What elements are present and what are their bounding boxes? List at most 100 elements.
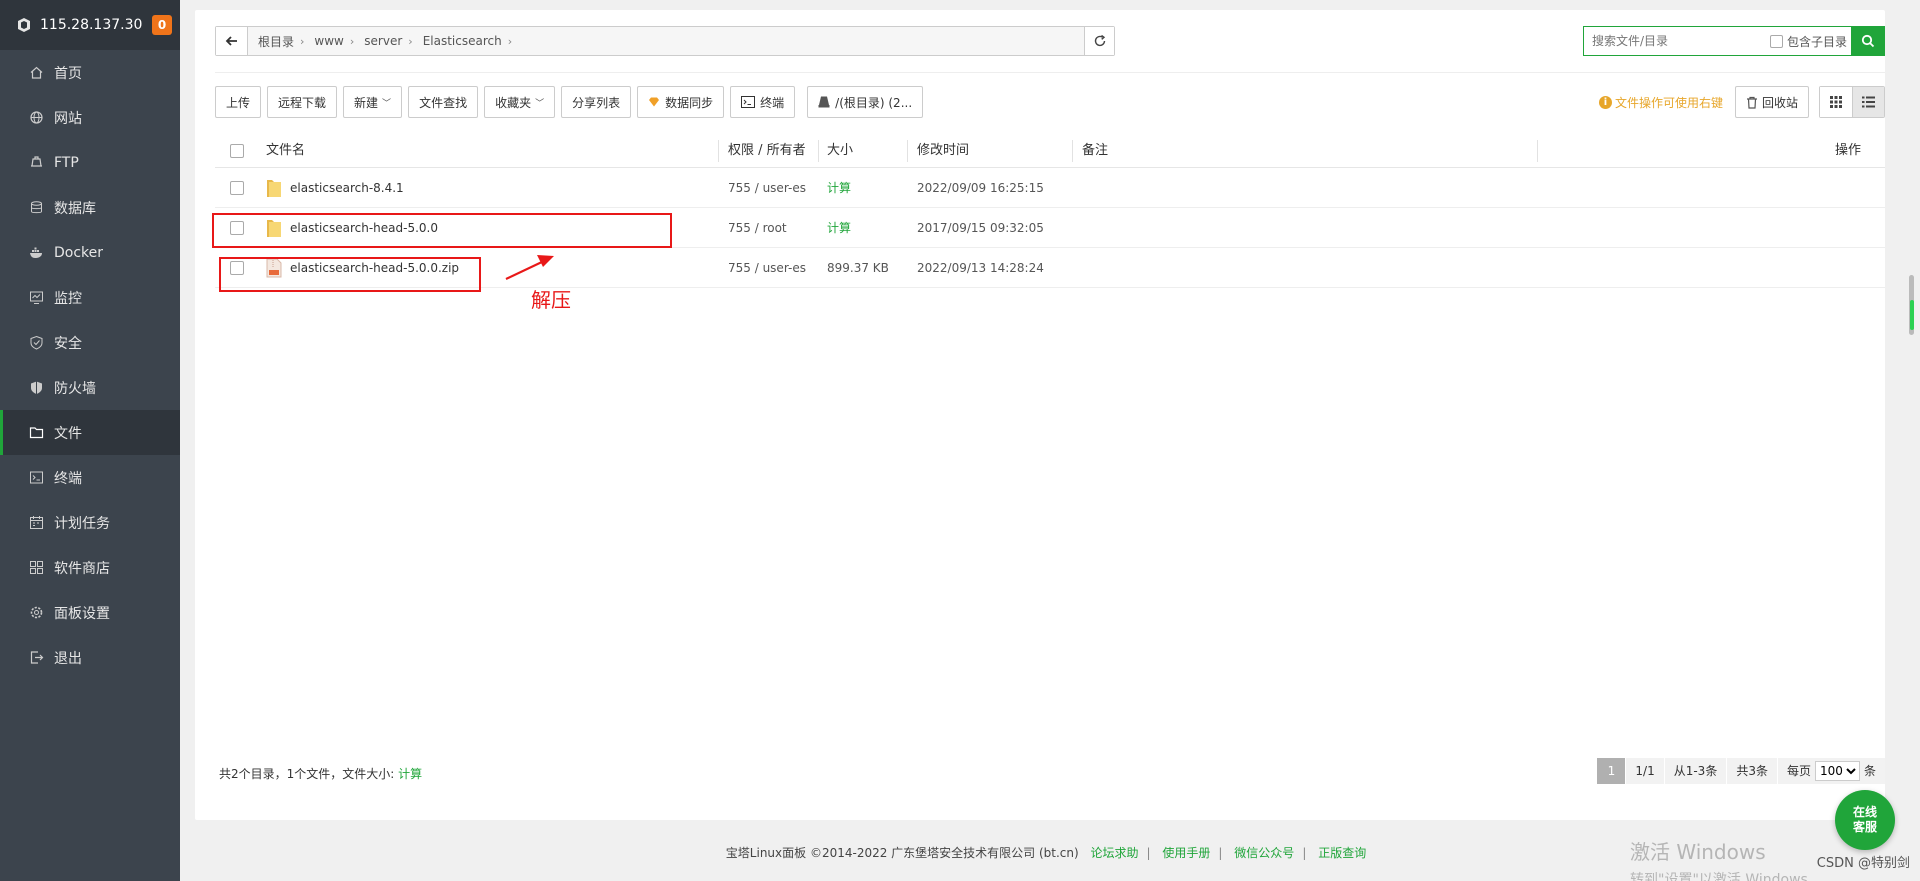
col-mtime[interactable]: 修改时间: [917, 134, 969, 168]
col-name[interactable]: 文件名: [266, 134, 305, 168]
sidebar-item-ftp[interactable]: FTP: [0, 140, 180, 185]
list-icon: [1862, 96, 1875, 108]
footer-link-forum[interactable]: 论坛求助: [1091, 846, 1139, 860]
sidebar-item-label: 计划任务: [54, 515, 110, 532]
search-button[interactable]: [1851, 26, 1885, 56]
breadcrumb-item[interactable]: server: [364, 34, 402, 48]
perm-cell[interactable]: 755 / root: [728, 208, 787, 248]
csdn-watermark: CSDN @特别剑: [1816, 856, 1910, 871]
file-name-cell[interactable]: elasticsearch-8.4.1: [266, 168, 404, 208]
annotation-box-folder: [212, 213, 672, 248]
checkbox[interactable]: [1769, 34, 1783, 48]
table-row[interactable]: elasticsearch-8.4.1 755 / user-es 计算 2022/0…: [215, 168, 1885, 208]
notice-badge[interactable]: 0: [152, 15, 172, 35]
sidebar-item-calendar[interactable]: 计划任务: [0, 500, 180, 545]
arrow-left-icon: [225, 36, 237, 46]
sidebar-item-logout[interactable]: 退出: [0, 635, 180, 680]
footer-link-wechat[interactable]: 微信公众号: [1234, 846, 1294, 860]
per-page-select[interactable]: 100: [1814, 761, 1860, 781]
sidebar-item-label: 监控: [54, 290, 82, 307]
toolbar-right: i 文件操作可使用右键 回收站: [1598, 86, 1885, 118]
chevron-down-icon: ﹀: [535, 98, 545, 109]
gear-icon: [28, 605, 44, 621]
col-size[interactable]: 大小: [827, 134, 853, 168]
disk-button[interactable]: /(根目录) (2...: [807, 86, 924, 118]
page-current[interactable]: 1: [1597, 758, 1626, 784]
annotation-text: 解压: [531, 288, 571, 312]
ftp-icon: [28, 155, 44, 171]
footer-link-license[interactable]: 正版查询: [1318, 846, 1366, 860]
sidebar-item-folder[interactable]: 文件: [0, 410, 180, 455]
favorites-dropdown[interactable]: 收藏夹 ﹀: [484, 86, 556, 118]
folder-icon: [266, 178, 282, 198]
share-list-button[interactable]: 分享列表: [561, 86, 632, 118]
data-sync-button[interactable]: 数据同步: [637, 86, 725, 118]
file-manager-panel: 根目录 › www › server › Elasticsearch › 包含子目录 上传 远…: [195, 10, 1885, 820]
sidebar-item-database[interactable]: 数据库: [0, 185, 180, 230]
refresh-icon: [1094, 34, 1105, 47]
size-cell[interactable]: 计算: [827, 208, 851, 248]
new-dropdown[interactable]: 新建 ﹀: [343, 86, 403, 118]
sidebar-item-docker[interactable]: Docker: [0, 230, 180, 275]
perm-cell[interactable]: 755 / user-es: [728, 168, 806, 208]
file-toolbar: 上传 远程下载 新建 ﹀ 文件查找 收藏夹 ﹀ 分享列表 数据同步 终端 /(根目录…: [215, 86, 929, 118]
mtime-cell: 2022/09/13 14:28:24: [917, 261, 1044, 275]
breadcrumb-item[interactable]: 根目录: [258, 33, 294, 50]
terminal-button[interactable]: 终端: [730, 86, 796, 118]
size-cell[interactable]: 计算: [827, 168, 851, 208]
breadcrumb-item[interactable]: Elasticsearch: [423, 34, 502, 48]
refresh-button[interactable]: [1084, 27, 1114, 55]
sidebar-item-apps[interactable]: 软件商店: [0, 545, 180, 590]
chevron-right-icon: ›: [507, 34, 513, 48]
sidebar-item-firewall[interactable]: 防火墙: [0, 365, 180, 410]
perm-cell[interactable]: 755 / user-es: [728, 248, 806, 288]
include-subdir-checkbox[interactable]: 包含子目录: [1769, 33, 1847, 50]
col-note: 备注: [1082, 143, 1109, 158]
breadcrumb-item[interactable]: www: [314, 34, 343, 48]
sidebar-item-terminal[interactable]: 终端: [0, 455, 180, 500]
page-count: 1/1: [1626, 758, 1664, 784]
calendar-icon: [28, 515, 44, 531]
file-find-button[interactable]: 文件查找: [408, 86, 479, 118]
sidebar-item-globe[interactable]: 网站: [0, 95, 180, 140]
grid-view-button[interactable]: [1820, 87, 1852, 117]
sidebar-item-label: 网站: [54, 110, 82, 127]
disk-icon: [818, 96, 830, 108]
footer-link-manual[interactable]: 使用手册: [1162, 846, 1210, 860]
list-view-button[interactable]: [1852, 87, 1884, 117]
sidebar-item-shield[interactable]: 安全: [0, 320, 180, 365]
mtime-cell: 2017/09/15 09:32:05: [917, 221, 1044, 235]
select-all-checkbox[interactable]: [230, 144, 244, 158]
sync-diamond-icon: [648, 97, 660, 107]
col-perm[interactable]: 权限 / 所有者: [728, 134, 806, 168]
path-bar: 根目录 › www › server › Elasticsearch ›: [215, 26, 1115, 56]
globe-icon: [28, 110, 44, 126]
sidebar-item-gear[interactable]: 面板设置: [0, 590, 180, 635]
mtime-cell: 2022/09/09 16:25:15: [917, 181, 1044, 195]
right-click-hint: i 文件操作可使用右键: [1598, 94, 1723, 111]
calc-size-link[interactable]: 计算: [398, 767, 422, 781]
sidebar: 115.28.137.30 0 首页网站 FTP 数据库 Docker 监控安全防火墙文…: [0, 0, 180, 881]
recycle-bin-button[interactable]: 回收站: [1734, 86, 1809, 118]
sidebar-item-label: 终端: [54, 470, 82, 487]
sidebar-item-label: 防火墙: [54, 380, 96, 397]
row-checkbox[interactable]: [230, 181, 244, 195]
server-ip: 115.28.137.30: [40, 17, 143, 33]
search-box: 包含子目录: [1583, 26, 1885, 56]
grid-icon: [1830, 96, 1842, 108]
back-button[interactable]: [216, 27, 248, 55]
remote-download-button[interactable]: 远程下载: [267, 86, 338, 118]
chevron-right-icon: ›: [408, 34, 413, 48]
search-icon: [1861, 34, 1875, 48]
upload-button[interactable]: 上传: [215, 86, 262, 118]
sidebar-item-home[interactable]: 首页: [0, 50, 180, 95]
online-service-button[interactable]: 在线客服: [1835, 790, 1895, 850]
annotation-arrow-icon: [505, 255, 554, 280]
include-subdir-label: 包含子目录: [1786, 34, 1847, 49]
col-ops: 操作: [1834, 143, 1861, 158]
home-icon: [28, 65, 44, 81]
sidebar-item-label: Docker: [54, 244, 104, 261]
sidebar-item-monitor[interactable]: 监控: [0, 275, 180, 320]
search-input[interactable]: [1584, 27, 1770, 55]
windows-activation-watermark: 激活 Windows 转到"设置"以激活 Windows: [1630, 840, 1808, 881]
